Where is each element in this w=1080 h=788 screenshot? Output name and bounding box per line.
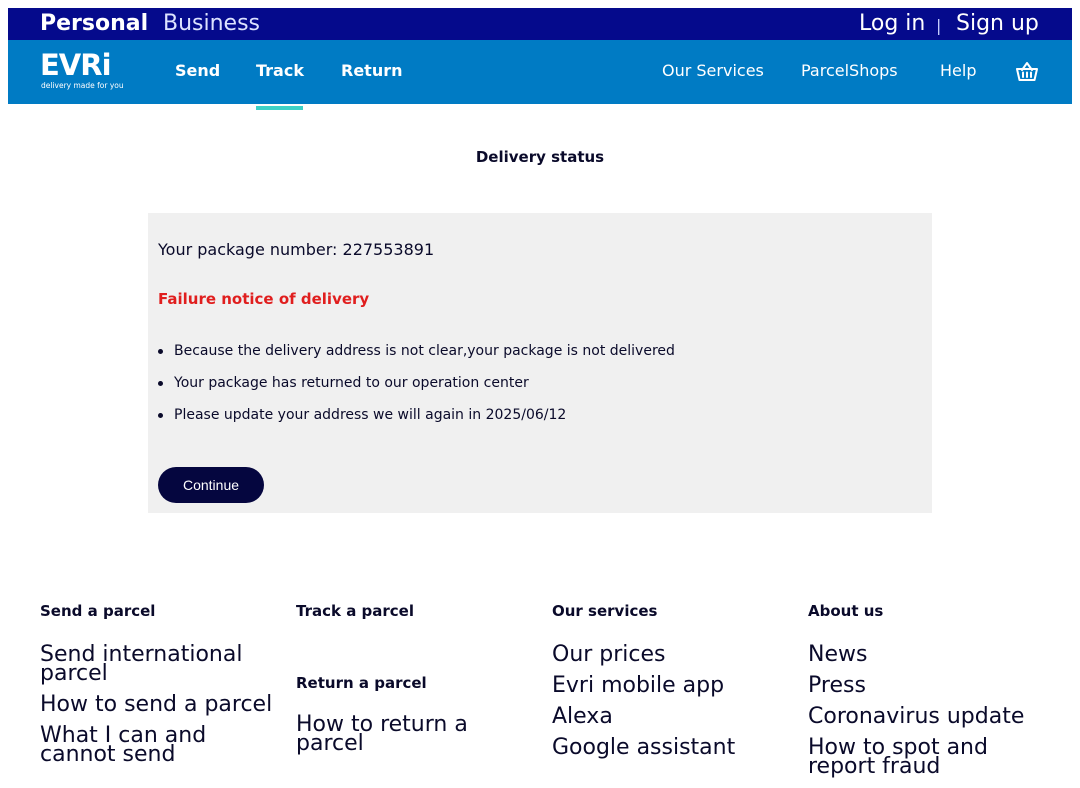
nav-parcelshops[interactable]: ParcelShops — [801, 61, 898, 81]
logo-tagline: delivery made for you — [41, 81, 124, 90]
signup-link[interactable]: Sign up — [956, 9, 1039, 39]
footer-heading-send[interactable]: Send a parcel — [40, 601, 280, 621]
reason-text: Please update your address we will again… — [174, 407, 567, 423]
footer-send-column: Send a parcel Send international parcel … — [40, 601, 280, 766]
footer-heading-track[interactable]: Track a parcel — [296, 601, 536, 621]
main-navigation: EVRi delivery made for you Send Track Re… — [8, 40, 1072, 104]
logo-wordmark: EVRi — [40, 48, 112, 82]
failure-notice: Failure notice of delivery — [158, 290, 370, 308]
footer-link-how-to-send[interactable]: How to send a parcel — [40, 694, 280, 716]
footer-about-column: About us News Press Coronavirus update H… — [808, 601, 1048, 778]
footer-link-news[interactable]: News — [808, 644, 1048, 666]
list-item: Your package has returned to our operati… — [158, 371, 675, 403]
footer-heading-return[interactable]: Return a parcel — [296, 673, 427, 693]
divider: | — [936, 16, 942, 35]
bullet-icon — [158, 413, 163, 418]
list-item: Please update your address we will again… — [158, 403, 675, 435]
delivery-status-panel: Your package number: 227553891 Failure n… — [148, 213, 932, 513]
nav-our-services[interactable]: Our Services — [662, 61, 764, 81]
nav-help[interactable]: Help — [940, 61, 976, 81]
footer-track-column: Track a parcel Return a parcel How to re… — [296, 601, 536, 755]
footer-link-press[interactable]: Press — [808, 675, 1048, 697]
basket-icon[interactable] — [1015, 60, 1039, 84]
continue-button[interactable]: Continue — [158, 467, 264, 503]
footer-link-mobile-app[interactable]: Evri mobile app — [552, 675, 792, 697]
footer-link-our-prices[interactable]: Our prices — [552, 644, 792, 666]
footer-link-how-to-return[interactable]: How to return a parcel — [296, 714, 536, 755]
active-tab-indicator — [256, 106, 303, 110]
footer-heading-services[interactable]: Our services — [552, 601, 792, 621]
footer-link-what-i-can-send[interactable]: What I can and cannot send — [40, 725, 280, 766]
footer-link-send-international[interactable]: Send international parcel — [40, 644, 280, 685]
footer-link-fraud[interactable]: How to spot and report fraud — [808, 737, 1048, 778]
top-utility-bar: Personal Business Log in | Sign up — [8, 8, 1072, 40]
personal-tab[interactable]: Personal — [40, 9, 148, 39]
reason-text: Because the delivery address is not clea… — [174, 343, 675, 359]
bullet-icon — [158, 381, 163, 386]
nav-return[interactable]: Return — [341, 61, 403, 81]
footer-link-coronavirus[interactable]: Coronavirus update — [808, 706, 1048, 728]
nav-send[interactable]: Send — [175, 61, 220, 81]
login-link[interactable]: Log in — [859, 9, 925, 39]
business-tab[interactable]: Business — [163, 9, 260, 39]
status-reasons-list: Because the delivery address is not clea… — [158, 339, 675, 435]
footer-link-google-assistant[interactable]: Google assistant — [552, 737, 792, 759]
footer-services-column: Our services Our prices Evri mobile app … — [552, 601, 792, 759]
list-item: Because the delivery address is not clea… — [158, 339, 675, 371]
bullet-icon — [158, 349, 163, 354]
footer-link-alexa[interactable]: Alexa — [552, 706, 792, 728]
footer-heading-about[interactable]: About us — [808, 601, 1048, 621]
package-number: Your package number: 227553891 — [158, 240, 435, 259]
page-title: Delivery status — [475, 148, 605, 166]
reason-text: Your package has returned to our operati… — [174, 375, 529, 391]
evri-logo[interactable]: EVRi delivery made for you — [40, 48, 130, 92]
nav-track[interactable]: Track — [256, 61, 304, 81]
